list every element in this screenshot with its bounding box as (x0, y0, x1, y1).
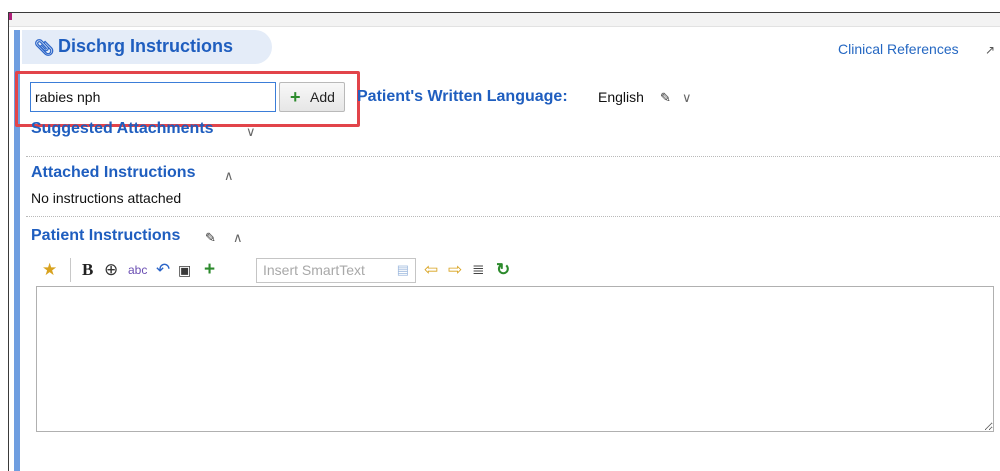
next-arrow-icon[interactable]: ⇨ (448, 257, 462, 283)
attached-instructions-header[interactable]: Attached Instructions (31, 164, 195, 182)
add-plus-icon[interactable]: + (204, 257, 215, 283)
expand-chevron-icon[interactable]: ∨ (682, 90, 692, 106)
divider (26, 216, 1000, 217)
collapse-chevron-icon[interactable]: ∧ (224, 168, 234, 184)
external-link-icon[interactable]: ↗ (985, 43, 995, 57)
written-language-value: English (598, 89, 644, 105)
insert-field-icon[interactable]: ▣ (178, 257, 191, 283)
highlight-box (15, 71, 360, 127)
edit-pencil-icon[interactable]: ✎ (205, 230, 216, 246)
undo-icon[interactable]: ↶ (156, 257, 170, 283)
expand-chevron-icon[interactable]: ∨ (246, 124, 256, 140)
bold-icon[interactable]: B (82, 257, 93, 283)
no-instructions-text: No instructions attached (31, 190, 182, 206)
insert-smarttext-input[interactable]: Insert SmartText ▤ (256, 258, 416, 283)
activity-marker (9, 13, 12, 20)
collapse-chevron-icon[interactable]: ∧ (233, 230, 243, 246)
clinical-references-link[interactable]: Clinical References (838, 41, 959, 57)
top-strip (9, 13, 1000, 27)
section-header[interactable]: 📎︎ Dischrg Instructions (22, 30, 272, 64)
previous-arrow-icon[interactable]: ⇦ (424, 257, 438, 283)
divider (26, 156, 1000, 157)
edit-pencil-icon[interactable]: ✎ (660, 90, 671, 106)
refresh-icon[interactable]: ↻ (496, 257, 510, 283)
suggested-attachments-header[interactable]: Suggested Attachments (31, 120, 214, 138)
zoom-icon[interactable]: ⊕ (104, 257, 118, 283)
patient-instructions-editor[interactable] (36, 286, 994, 432)
picker-icon[interactable]: ▤ (397, 262, 409, 278)
favorite-star-icon[interactable]: ★ (42, 257, 57, 283)
list-icon[interactable]: ≣ (472, 257, 485, 283)
patient-instructions-header[interactable]: Patient Instructions (31, 227, 180, 245)
spellcheck-icon[interactable]: abc (128, 257, 147, 283)
written-language-label: Patient's Written Language: (357, 88, 568, 105)
paperclip-icon: 📎︎ (34, 40, 55, 57)
toolbar-separator (70, 258, 71, 282)
section-title: Dischrg Instructions (58, 36, 234, 56)
insert-smarttext-placeholder: Insert SmartText (263, 262, 365, 278)
